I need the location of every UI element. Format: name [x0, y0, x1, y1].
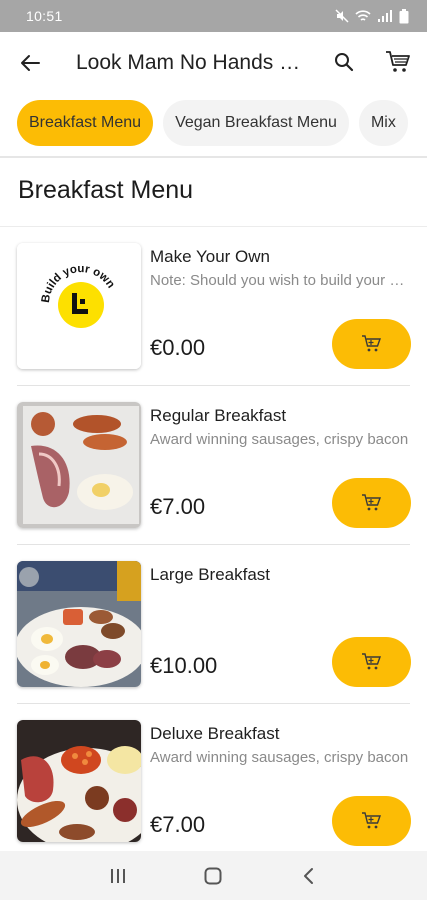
cart-icon: [386, 51, 410, 72]
add-to-cart-button[interactable]: [332, 796, 411, 846]
item-price: €10.00: [150, 653, 218, 678]
battery-icon: [399, 8, 409, 24]
section-title: Breakfast Menu: [18, 176, 194, 204]
item-divider: [17, 544, 410, 545]
add-to-cart-icon: [361, 653, 381, 670]
chevron-left-icon: [304, 867, 314, 884]
item-price: €0.00: [150, 335, 206, 360]
item-image: [17, 720, 141, 842]
status-icons: [335, 8, 409, 24]
add-to-cart-icon: [361, 812, 381, 829]
item-image: [17, 561, 141, 687]
home-button[interactable]: [193, 856, 233, 896]
add-to-cart-button[interactable]: [332, 319, 411, 369]
breakfast-photo: [17, 402, 141, 528]
add-to-cart-icon: [361, 494, 381, 511]
item-price: €7.00: [150, 812, 206, 837]
arrow-left-icon: [21, 55, 40, 71]
page-title: Look Mam No Hands Café: [76, 51, 308, 74]
item-description: Award winning sausages, crispy bacon: [150, 749, 409, 766]
category-tabs: Breakfast Menu Vegan Breakfast Menu Mix: [0, 94, 427, 156]
search-button[interactable]: [326, 44, 362, 80]
breakfast-photo: [17, 561, 141, 687]
signal-icon: [377, 9, 393, 23]
search-icon: [335, 53, 354, 72]
item-description: Note: Should you wish to build your own …: [150, 272, 412, 289]
recents-icon: [110, 868, 125, 883]
item-price: €7.00: [150, 494, 206, 519]
wifi-icon: [355, 9, 371, 23]
item-name: Regular Breakfast: [150, 406, 287, 425]
status-time: 10:51: [26, 8, 63, 24]
back-button[interactable]: [0, 32, 60, 94]
menu-item[interactable]: Build your own Make Your Own Note: Shoul…: [0, 243, 427, 401]
build-your-own-logo: Build your own: [17, 243, 141, 369]
item-name: Make Your Own: [150, 247, 271, 266]
add-to-cart-icon: [361, 335, 381, 352]
tab-breakfast-menu[interactable]: Breakfast Menu: [17, 100, 154, 146]
menu-item[interactable]: Regular Breakfast Award winning sausages…: [0, 402, 427, 560]
tabs-divider: [0, 156, 427, 158]
app-bar: Look Mam No Hands Café: [0, 32, 427, 94]
item-name: Large Breakfast: [150, 565, 271, 584]
add-to-cart-button[interactable]: [332, 637, 411, 687]
item-image: [17, 402, 141, 528]
item-image: Build your own: [17, 243, 141, 369]
add-to-cart-button[interactable]: [332, 478, 411, 528]
breakfast-photo: [17, 720, 141, 842]
home-icon: [204, 867, 222, 884]
system-nav-bar: [0, 851, 427, 900]
item-divider: [17, 703, 410, 704]
tab-mix[interactable]: Mix: [358, 100, 408, 146]
status-bar: 10:51: [0, 0, 427, 32]
recents-button[interactable]: [98, 856, 138, 896]
cart-button[interactable]: [380, 44, 416, 80]
item-divider: [17, 385, 410, 386]
menu-item[interactable]: Large Breakfast €10.00: [0, 561, 427, 719]
mute-icon: [335, 9, 349, 23]
item-description: Award winning sausages, crispy bacon: [150, 431, 409, 448]
item-name: Deluxe Breakfast: [150, 724, 280, 743]
tab-vegan-breakfast-menu[interactable]: Vegan Breakfast Menu: [163, 100, 349, 146]
section-divider: [0, 226, 427, 227]
system-back-button[interactable]: [289, 856, 329, 896]
